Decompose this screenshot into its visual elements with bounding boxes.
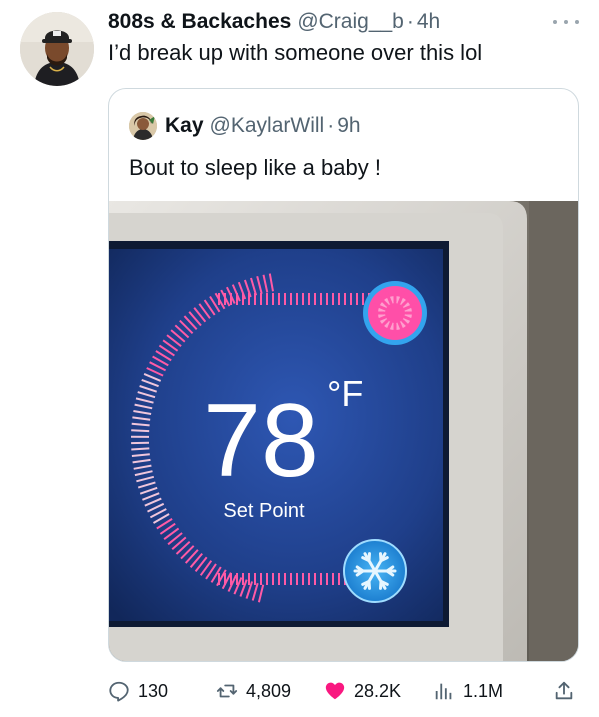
snowflake-icon [343,539,407,603]
reply-count: 130 [138,680,169,701]
arc-tick [131,429,150,433]
sun-icon [363,281,427,345]
more-dot [564,20,568,24]
quoted-author-name[interactable]: Kay [165,114,204,138]
reply-button[interactable]: 130 [108,676,168,706]
arc-tick [131,447,150,451]
tweet-actions: 130 4,809 28.2K 1.1M [108,676,579,706]
author-avatar[interactable] [20,12,94,86]
like-count: 28.2K [354,680,402,701]
share-button[interactable] [553,676,583,706]
quoted-tweet-image[interactable]: 78 °F Set Point [109,201,578,661]
views-button[interactable]: 1.1M [433,676,503,706]
quoted-tweet-text: Bout to sleep like a baby ! [129,155,381,180]
quoted-tweet-header: Kay @KaylarWill · 9h [129,111,361,141]
temperature-unit: °F [327,373,363,414]
author-name[interactable]: 808s & Backaches [108,10,291,34]
tweet-header: 808s & Backaches @Craig__b · 4h [108,8,579,36]
like-button[interactable]: 28.2K [324,676,401,706]
quoted-author-avatar[interactable] [129,112,157,140]
views-icon [435,683,452,700]
quoted-timestamp[interactable]: 9h [337,114,360,138]
repost-button[interactable]: 4,809 [216,676,291,706]
separator-dot: · [327,114,335,137]
thermostat-photo: 78 °F Set Point [109,201,578,661]
quoted-author-handle[interactable]: @KaylarWill [210,114,325,138]
temperature-value: 78 [203,383,319,499]
repost-count: 4,809 [246,680,292,701]
repost-icon [216,684,238,698]
snowflake-branch [367,552,371,563]
author-handle[interactable]: @Craig__b [297,10,404,34]
set-point-label: Set Point [223,500,305,522]
more-dots-icon[interactable] [553,14,579,30]
share-icon [555,681,573,700]
reply-icon [109,681,129,702]
view-count: 1.1M [463,680,504,701]
tweet-timestamp[interactable]: 4h [417,10,440,34]
more-dot [575,20,579,24]
heart-icon [325,682,345,700]
tweet-text: I’d break up with someone over this lol [108,40,483,65]
snowflake-branch [379,579,383,590]
quoted-tweet[interactable]: Kay @KaylarWill · 9h Bout to sleep like … [108,88,579,662]
separator-dot: · [406,10,414,33]
more-dot [553,20,557,24]
